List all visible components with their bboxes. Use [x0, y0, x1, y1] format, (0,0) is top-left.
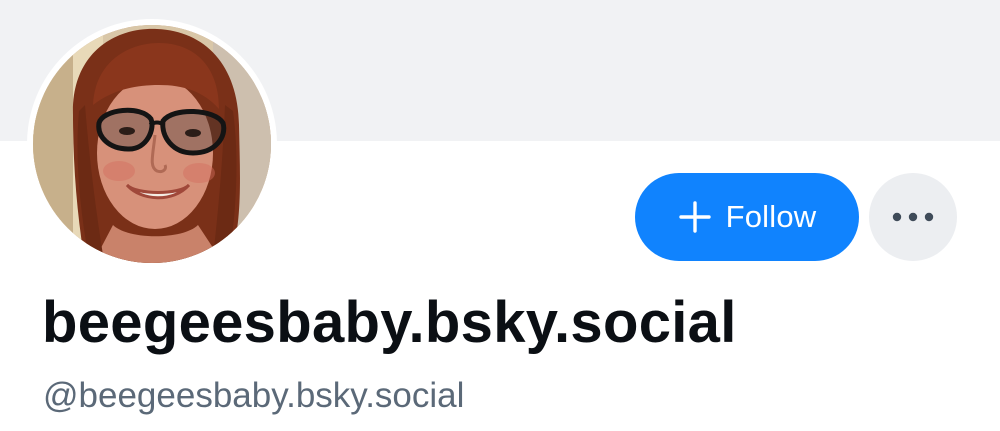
follow-button[interactable]: Follow — [635, 173, 859, 261]
plus-icon — [678, 201, 711, 233]
profile-handle: @beegeesbaby.bsky.social — [43, 376, 465, 415]
display-name: beegeesbaby.bsky.social — [42, 290, 737, 355]
avatar[interactable] — [27, 19, 277, 269]
follow-label: Follow — [725, 199, 817, 234]
more-options-button[interactable] — [869, 173, 957, 261]
profile-header: Follow beegeesbaby.bsky.social @beegeesb… — [0, 0, 1000, 431]
ellipsis-icon — [892, 212, 934, 222]
avatar-image — [33, 25, 271, 263]
